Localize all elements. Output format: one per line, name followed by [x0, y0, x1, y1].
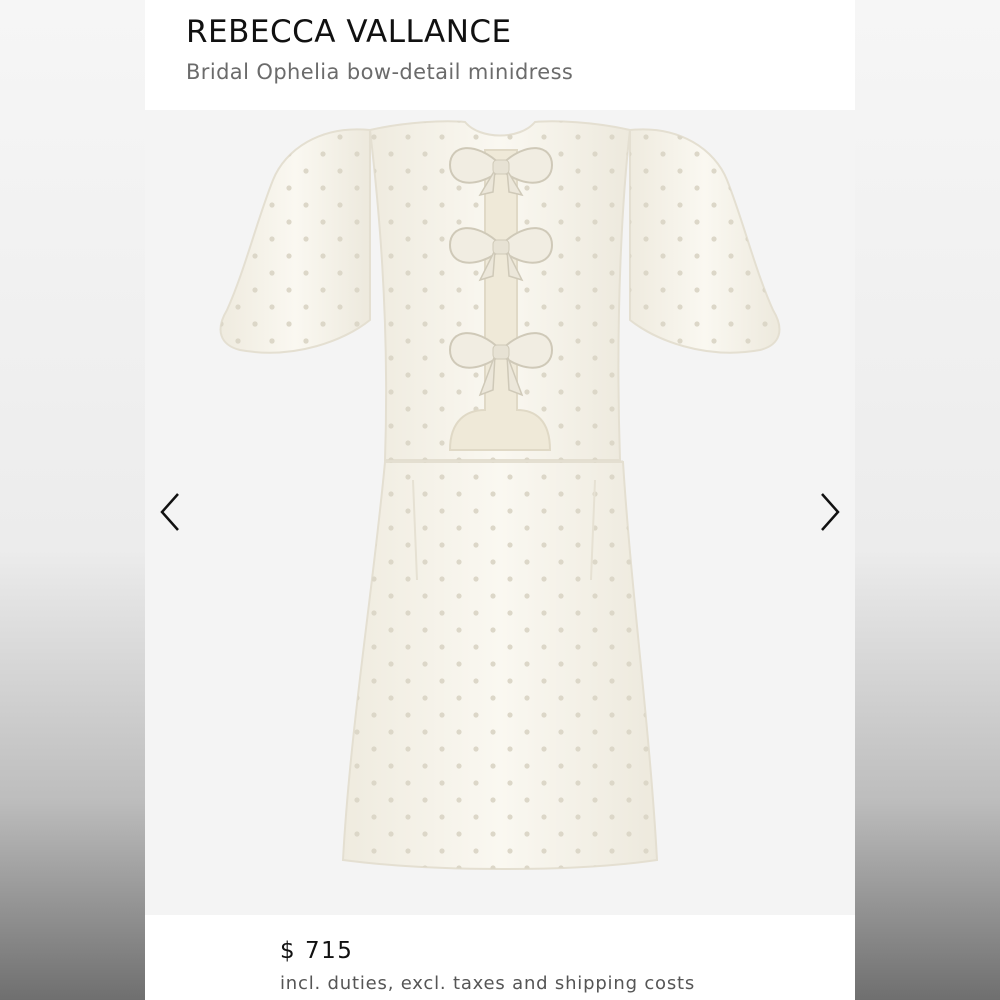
product-price: $ 715 [280, 938, 354, 964]
dress-illustration [219, 120, 781, 870]
product-image[interactable] [145, 110, 855, 915]
chevron-right-icon [821, 493, 840, 531]
product-card: REBECCA VALLANCE Bridal Ophelia bow-deta… [145, 0, 855, 1000]
product-title: Bridal Ophelia bow-detail minidress [186, 60, 574, 84]
previous-image-button[interactable] [150, 490, 190, 534]
price-note: incl. duties, excl. taxes and shipping c… [280, 973, 696, 994]
chevron-left-icon [160, 493, 179, 531]
next-image-button[interactable] [810, 490, 850, 534]
brand-name[interactable]: REBECCA VALLANCE [186, 14, 512, 50]
